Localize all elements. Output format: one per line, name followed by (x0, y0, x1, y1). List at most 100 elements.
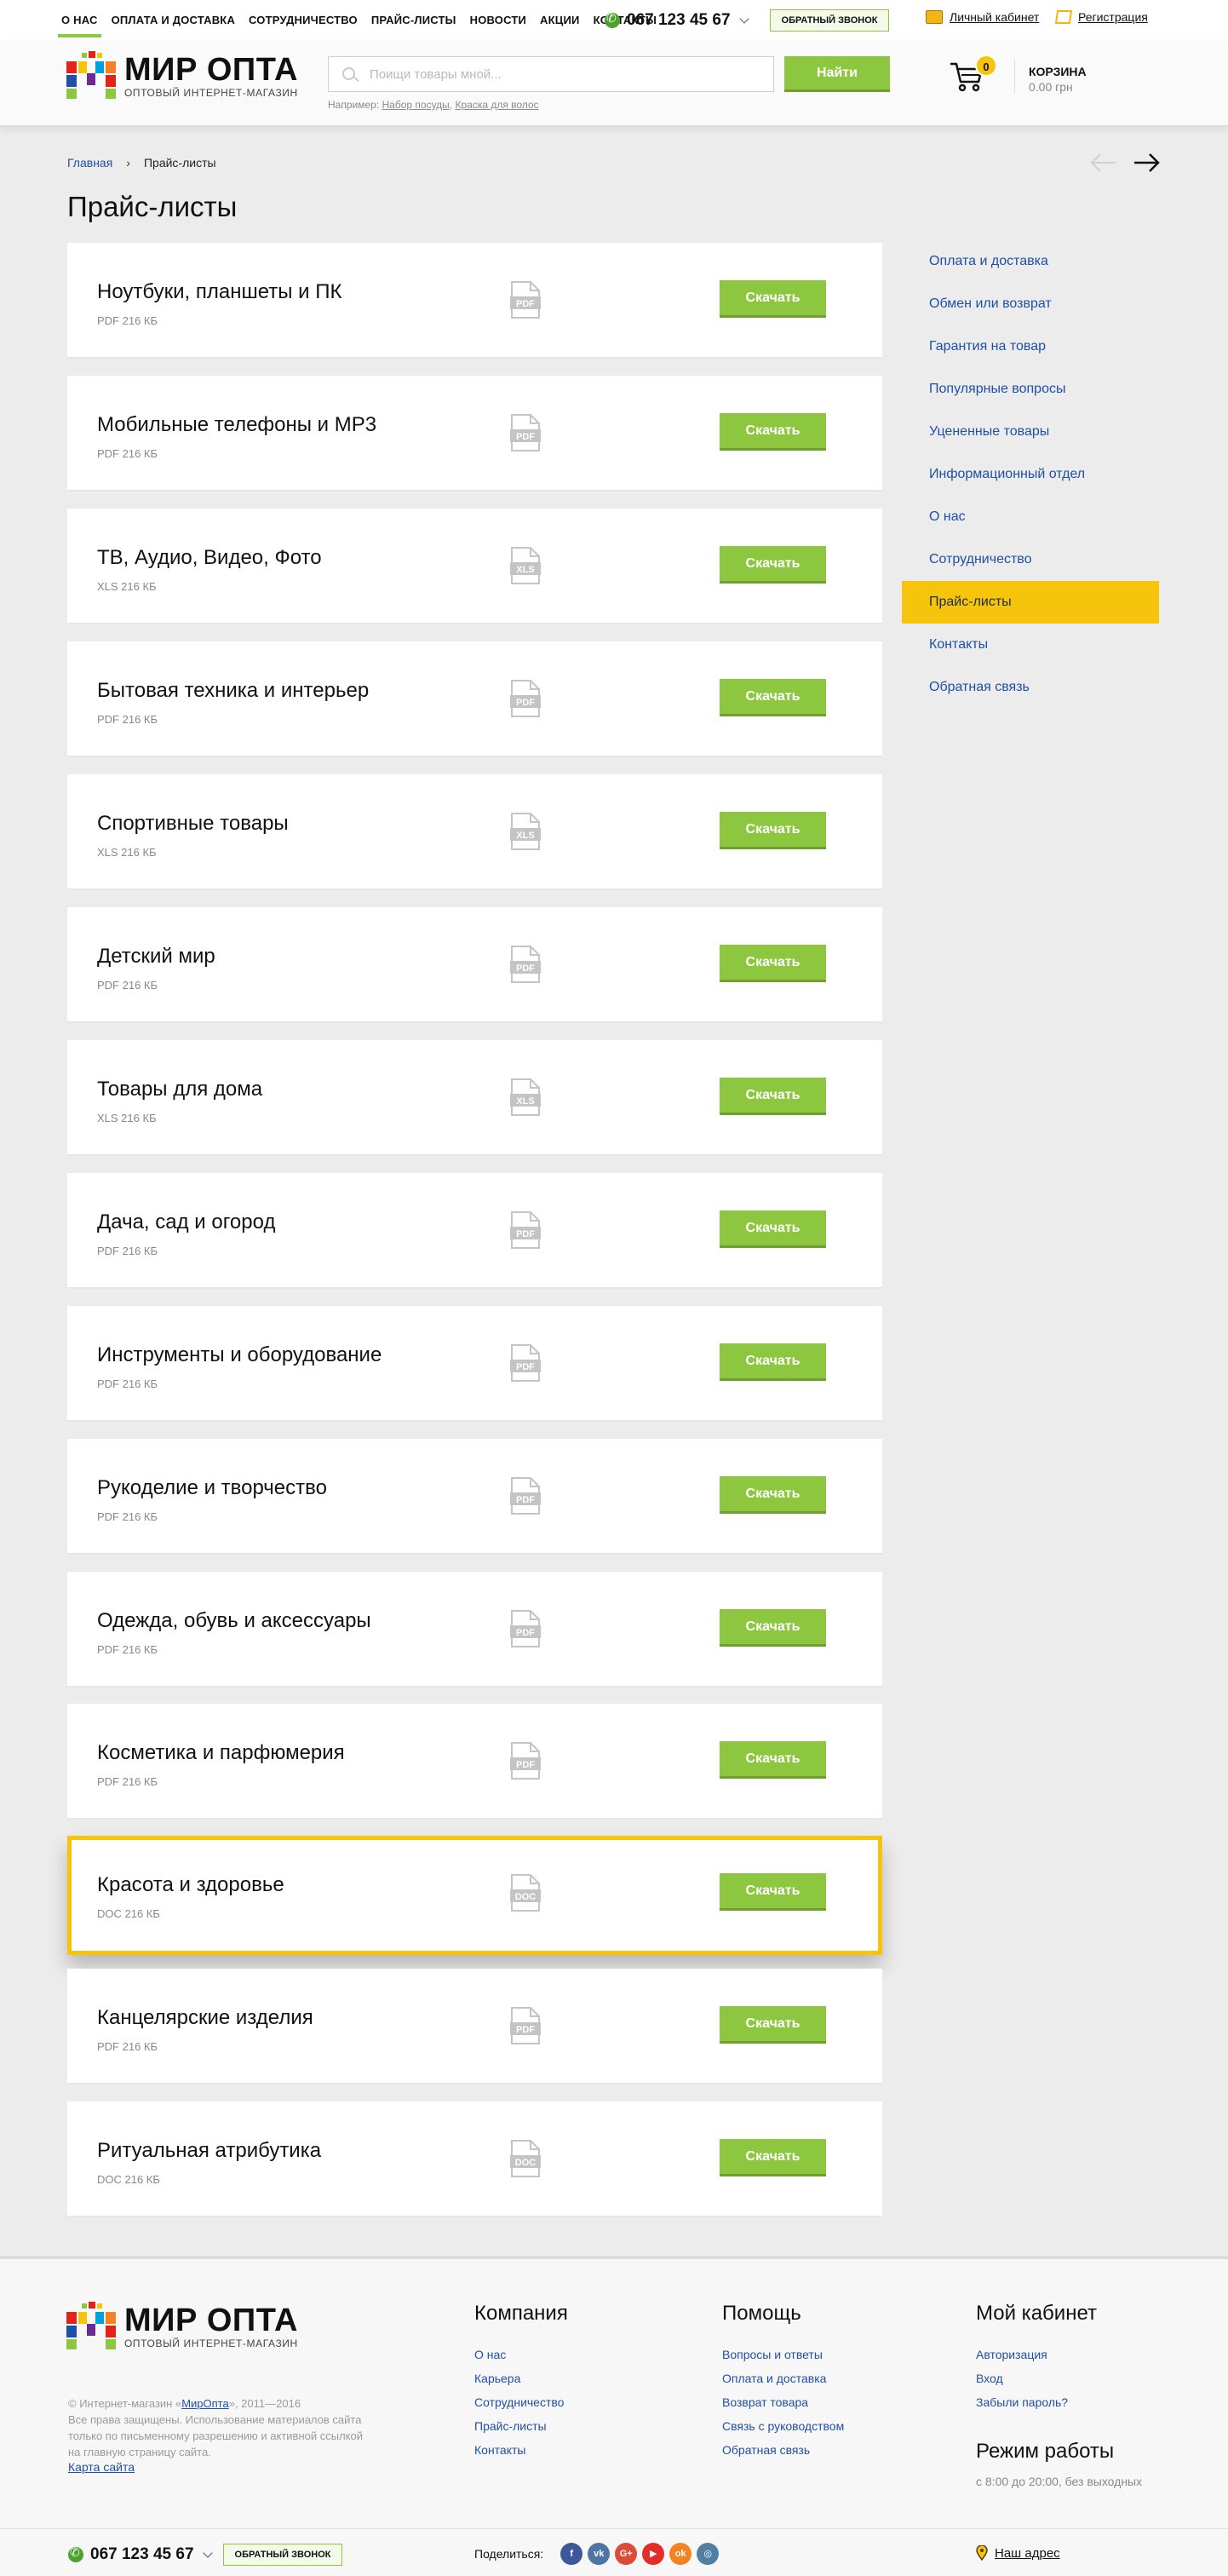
download-button[interactable]: Скачать (720, 546, 826, 584)
logo[interactable]: МИР ОПТА ОПТОВЫЙ ИНТЕРНЕТ-МАГАЗИН (66, 49, 313, 101)
footer-phone[interactable]: 067 123 45 67 (68, 2545, 213, 2564)
download-button[interactable]: Скачать (720, 2006, 826, 2044)
price-list-name: Инструменты и оборудование (97, 1343, 382, 1366)
download-button[interactable]: Скачать (720, 1476, 826, 1514)
cart[interactable]: 0 КОРЗИНА 0.00 грн (950, 55, 1137, 97)
footer-link-contacts[interactable]: Контакты (474, 2438, 568, 2462)
sidebar-item-payment-delivery[interactable]: Оплата и доставка (902, 240, 1159, 283)
download-button[interactable]: Скачать (720, 1741, 826, 1779)
vkontakte-icon[interactable]: vk (588, 2543, 611, 2565)
sidebar-item-info-department[interactable]: Информационный отдел (902, 453, 1159, 496)
search-button[interactable]: Найти (784, 56, 890, 92)
topnav-about[interactable]: О НАС (58, 0, 101, 41)
download-button[interactable]: Скачать (720, 280, 826, 318)
personal-account-label: Личный кабинет (950, 10, 1040, 24)
phone-icon (68, 2545, 83, 2562)
sidebar-item-warranty[interactable]: Гарантия на товар (902, 325, 1159, 368)
price-list-name: Мобильные телефоны и MP3 (97, 413, 377, 436)
sitemap-link[interactable]: Карта сайта (68, 2460, 135, 2474)
topnav-promotions[interactable]: АКЦИИ (540, 0, 580, 41)
arrow-right-icon[interactable] (1133, 150, 1160, 175)
download-button[interactable]: Скачать (720, 679, 826, 716)
header-phone[interactable]: 067 123 45 67 (605, 9, 749, 32)
topnav-payment-delivery[interactable]: ОПЛАТА И ДОСТАВКА (112, 0, 235, 41)
footer-copyright: © Интернет-магазин «МирОпта», 2011—2016 … (68, 2395, 375, 2460)
sidebar-item-cooperation[interactable]: Сотрудничество (902, 538, 1159, 581)
search-input[interactable] (370, 57, 761, 91)
footer-link-about[interactable]: О нас (474, 2343, 568, 2366)
file-type-label: DOC (515, 1892, 537, 1902)
youtube-icon[interactable]: ▶ (642, 2543, 665, 2565)
callback-button[interactable]: ОБРАТНЫЙ ЗВОНОК (770, 9, 889, 32)
xls-file-icon: XLS (510, 812, 541, 851)
price-list-name: Косметика и парфюмерия (97, 1741, 345, 1764)
download-button[interactable]: Скачать (720, 812, 826, 849)
footer-col-company: Компания О нас Карьера Сотрудничество Пр… (474, 2302, 568, 2462)
price-list-file-meta: PDF 216 КБ (97, 979, 158, 992)
footer-link-career[interactable]: Карьера (474, 2366, 568, 2390)
price-list-file-meta: PDF 216 КБ (97, 1245, 158, 1257)
file-type-label: XLS (516, 565, 534, 575)
copyright-brand-link[interactable]: МирОпта (181, 2397, 229, 2410)
sidebar-item-contacts[interactable]: Контакты (902, 624, 1159, 666)
footer-col-help: Помощь Вопросы и ответы Оплата и доставк… (722, 2302, 844, 2462)
sidebar-item-discounted[interactable]: Уцененные товары (902, 411, 1159, 453)
download-button[interactable]: Скачать (720, 1873, 826, 1911)
footer-link-payment-delivery[interactable]: Оплата и доставка (722, 2366, 844, 2390)
google-plus-icon[interactable]: G+ (615, 2543, 638, 2565)
odnoklassniki-icon[interactable]: ok (669, 2543, 692, 2565)
topnav-price-lists[interactable]: ПРАЙС-ЛИСТЫ (371, 0, 456, 41)
file-type-label: XLS (516, 831, 534, 841)
footer-callback-button[interactable]: ОБРАТНЫЙ ЗВОНОК (223, 2544, 342, 2566)
file-type-label: PDF (516, 1760, 535, 1770)
sidebar-item-feedback[interactable]: Обратная связь (902, 666, 1159, 709)
address-link[interactable]: Наш адрес (976, 2545, 1060, 2561)
cart-title: КОРЗИНА (1029, 65, 1087, 78)
download-button[interactable]: Скачать (720, 1609, 826, 1647)
footer-link-authorization[interactable]: Авторизация (976, 2343, 1097, 2366)
footer-link-returns[interactable]: Возврат товара (722, 2390, 844, 2414)
instagram-icon[interactable]: ◎ (697, 2543, 720, 2565)
footer-link-forgot-password[interactable]: Забыли пароль? (976, 2390, 1097, 2414)
arrow-left-icon[interactable] (1090, 150, 1117, 175)
search-hint-link-hair-dye[interactable]: Краска для волос (455, 99, 538, 111)
footer-divider (0, 2528, 1228, 2529)
breadcrumb-home[interactable]: Главная (67, 156, 112, 170)
topnav-news[interactable]: НОВОСТИ (470, 0, 526, 41)
search-hint-link-dishes[interactable]: Набор посуды (382, 99, 450, 111)
footer-link-faq[interactable]: Вопросы и ответы (722, 2343, 844, 2366)
chevron-down-icon[interactable] (202, 2548, 213, 2558)
download-button[interactable]: Скачать (720, 1210, 826, 1248)
footer-link-management[interactable]: Связь с руководством (722, 2414, 844, 2438)
sidebar-item-exchange-return[interactable]: Обмен или возврат (902, 283, 1159, 325)
breadcrumb-separator: › (126, 156, 130, 170)
search-icon (342, 67, 355, 80)
download-button[interactable]: Скачать (720, 1343, 826, 1381)
file-type-label: PDF (516, 299, 535, 309)
footer-link-login[interactable]: Вход (976, 2366, 1097, 2390)
topnav-cooperation[interactable]: СОТРУДНИЧЕСТВО (249, 0, 358, 41)
sidebar-item-price-lists[interactable]: Прайс-листы (902, 581, 1159, 624)
price-list-name: Ритуальная атрибутика (97, 2139, 322, 2162)
personal-account-link[interactable]: Личный кабинет (926, 10, 1039, 24)
register-link[interactable]: Регистрация (1054, 10, 1148, 24)
footer-link-cooperation[interactable]: Сотрудничество (474, 2390, 568, 2414)
price-list-file-meta: PDF 216 КБ (97, 1775, 158, 1788)
download-button[interactable]: Скачать (720, 945, 826, 982)
download-button[interactable]: Скачать (720, 413, 826, 451)
chevron-down-icon[interactable] (738, 14, 749, 24)
download-button[interactable]: Скачать (720, 2139, 826, 2176)
price-list-item: Канцелярские изделия PDF 216 КБ PDF Скачать (67, 1969, 882, 2084)
footer-link-price-lists[interactable]: Прайс-листы (474, 2414, 568, 2438)
phone-icon (605, 11, 620, 28)
sidebar-item-faq[interactable]: Популярные вопросы (902, 368, 1159, 411)
facebook-icon[interactable]: f (560, 2543, 583, 2565)
price-list-name: Товары для дома (97, 1078, 263, 1101)
logo-mark-icon (66, 2302, 116, 2349)
price-list-file-meta: PDF 216 КБ (97, 314, 158, 327)
footer-col-title: Помощь (722, 2302, 801, 2325)
footer-link-feedback[interactable]: Обратная связь (722, 2438, 844, 2462)
footer-logo[interactable]: МИР ОПТА ОПТОВЫЙ ИНТЕРНЕТ-МАГАЗИН (66, 2300, 313, 2351)
sidebar-item-about[interactable]: О нас (902, 496, 1159, 538)
download-button[interactable]: Скачать (720, 1078, 826, 1115)
